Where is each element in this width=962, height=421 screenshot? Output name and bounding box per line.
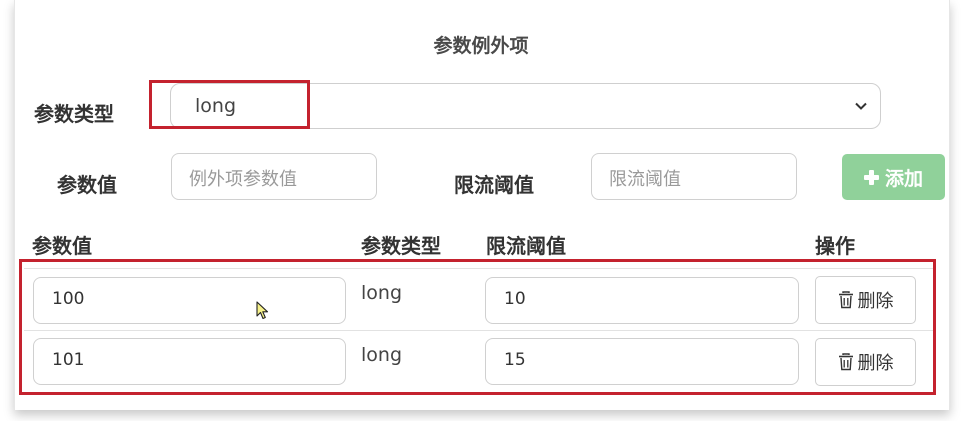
threshold-input[interactable]: 限流阈值 xyxy=(591,153,797,200)
col-header-action: 操作 xyxy=(815,234,855,258)
highlight-box-type xyxy=(149,80,310,129)
panel-title: 参数例外项 xyxy=(433,35,529,57)
mouse-cursor-icon xyxy=(256,301,269,320)
chevron-down-icon xyxy=(855,102,867,110)
col-header-value: 参数值 xyxy=(32,234,92,258)
param-value-placeholder: 例外项参数值 xyxy=(189,169,297,190)
threshold-label: 限流阈值 xyxy=(454,173,534,197)
param-value-input[interactable]: 例外项参数值 xyxy=(171,153,377,200)
add-button[interactable]: 添加 xyxy=(842,154,945,200)
add-button-label: 添加 xyxy=(884,167,923,190)
plus-icon xyxy=(863,169,879,185)
param-type-label: 参数类型 xyxy=(34,102,114,126)
col-header-type: 参数类型 xyxy=(361,234,441,258)
param-value-label: 参数值 xyxy=(57,173,117,197)
highlight-box-rows xyxy=(19,259,936,395)
threshold-placeholder: 限流阈值 xyxy=(609,169,681,190)
col-header-threshold: 限流阈值 xyxy=(486,234,566,258)
